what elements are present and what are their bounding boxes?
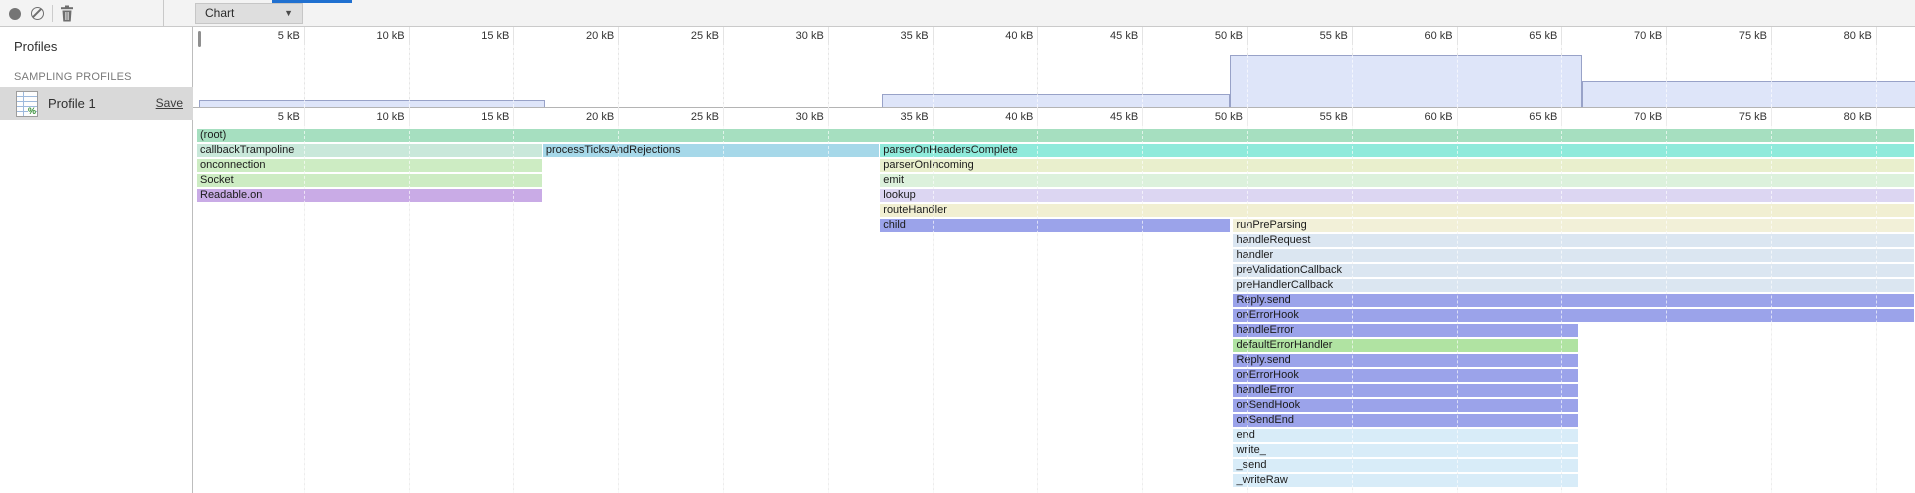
flame-tick-label: 60 kB <box>1424 111 1452 123</box>
flame-frame-child[interactable]: child <box>880 219 1230 232</box>
flame-frame-prevalidationcallback[interactable]: preValidationCallback <box>1233 264 1913 277</box>
overview-tick-label: 40 kB <box>1005 30 1033 42</box>
sampling-profiles-header: SAMPLING PROFILES <box>14 71 132 83</box>
overview-tick-label: 10 kB <box>376 30 404 42</box>
flame-frame-onerrorhook[interactable]: onErrorHook <box>1233 309 1913 322</box>
overview-tick-label: 35 kB <box>900 30 928 42</box>
profile-doc-icon: % <box>16 91 38 117</box>
flame-tick-label: 70 kB <box>1634 111 1662 123</box>
overview-gridline <box>409 27 410 107</box>
sidebar-title: Profiles <box>14 39 57 54</box>
overview-tick-label: 30 kB <box>796 30 824 42</box>
flame-frame-handleerror[interactable]: handleError <box>1233 384 1578 397</box>
flame-frame-runpreparsing[interactable]: runPreParsing <box>1233 219 1913 232</box>
toolbar-separator <box>52 5 53 22</box>
flame-tick-label: 45 kB <box>1110 111 1138 123</box>
flame-frame-socket[interactable]: Socket <box>197 174 542 187</box>
overview-area-step <box>1230 55 1582 107</box>
clear-icon[interactable] <box>31 7 44 20</box>
overview-tick-label: 75 kB <box>1739 30 1767 42</box>
view-mode-label: Chart <box>205 6 234 20</box>
memory-overview[interactable]: 5 kB 10 kB 15 kB 20 kB 25 kB 30 kB 35 kB 40 kB 4… <box>193 27 1915 107</box>
flame-tick-label: 5 kB <box>278 111 300 123</box>
overview-tick-label: 50 kB <box>1215 30 1243 42</box>
overview-tick-label: 60 kB <box>1424 30 1452 42</box>
flame-frame-handleerror[interactable]: handleError <box>1233 324 1578 337</box>
overview-tick-label: 25 kB <box>691 30 719 42</box>
flame-frame-onerrorhook[interactable]: onErrorHook <box>1233 369 1578 382</box>
flame-tick-label: 15 kB <box>481 111 509 123</box>
dropdown-caret-icon: ▼ <box>284 4 293 23</box>
flame-frame--root-[interactable]: (root) <box>197 129 1914 142</box>
sidebar: Profiles SAMPLING PROFILES % Profile 1 S… <box>0 27 193 493</box>
flame-frame-parseronincoming[interactable]: parserOnIncoming <box>880 159 1913 172</box>
flame-frame-readable-on[interactable]: Readable.on <box>197 189 542 202</box>
flame-tick-label: 55 kB <box>1320 111 1348 123</box>
profile-name: Profile 1 <box>48 87 96 120</box>
overview-left-handle[interactable] <box>198 31 201 47</box>
flame-frame--writeraw[interactable]: _writeRaw <box>1233 474 1578 487</box>
flame-frame-prehandlercallback[interactable]: preHandlerCallback <box>1233 279 1913 292</box>
record-icon[interactable] <box>9 8 21 20</box>
overview-area-step <box>1582 81 1915 107</box>
flame-frame-write-[interactable]: write_ <box>1233 444 1578 457</box>
flame-frame-routehandler[interactable]: routeHandler <box>880 204 1913 217</box>
flame-tick-label: 40 kB <box>1005 111 1033 123</box>
flame-frame-end[interactable]: end <box>1233 429 1578 442</box>
overview-area-step <box>882 94 1230 107</box>
overview-tick-label: 65 kB <box>1529 30 1557 42</box>
flame-frame-reply-send[interactable]: Reply.send <box>1233 354 1578 367</box>
overview-gridline <box>723 27 724 107</box>
flame-frame-handler[interactable]: handler <box>1233 249 1913 262</box>
overview-tick-label: 45 kB <box>1110 30 1138 42</box>
profiler-panel: Chart ▼ Profiles SAMPLING PROFILES % Pro… <box>0 0 1915 493</box>
flame-tick-label: 10 kB <box>376 111 404 123</box>
overview-tick-label: 55 kB <box>1320 30 1348 42</box>
flame-frame-lookup[interactable]: lookup <box>880 189 1913 202</box>
flame-tick-label: 35 kB <box>900 111 928 123</box>
flame-frame--send[interactable]: _send <box>1233 459 1578 472</box>
flame-tick-label: 20 kB <box>586 111 614 123</box>
trash-icon[interactable] <box>60 5 74 22</box>
flame-tick-label: 25 kB <box>691 111 719 123</box>
overview-tick-label: 5 kB <box>278 30 300 42</box>
overview-gridline <box>618 27 619 107</box>
overview-area-step <box>199 100 545 107</box>
flame-tick-label: 65 kB <box>1529 111 1557 123</box>
overview-tick-label: 80 kB <box>1844 30 1872 42</box>
flame-chart-panel: 5 kB 10 kB 15 kB 20 kB 25 kB 30 kB 35 kB 40 kB 4… <box>193 27 1915 493</box>
flame-frame-onconnection[interactable]: onconnection <box>197 159 542 172</box>
overview-gridline <box>304 27 305 107</box>
flame-frame-processticksandrejections[interactable]: processTicksAndRejections <box>543 144 879 157</box>
flame-tick-label: 80 kB <box>1844 111 1872 123</box>
flame-frame-parseronheaderscomplete[interactable]: parserOnHeadersComplete <box>880 144 1913 157</box>
overview-tick-label: 20 kB <box>586 30 614 42</box>
flame-frame-onsendend[interactable]: onSendEnd <box>1233 414 1578 427</box>
flame-tick-label: 30 kB <box>796 111 824 123</box>
flame-tick-label: 50 kB <box>1215 111 1243 123</box>
toolbar-divider <box>163 0 164 27</box>
flame-tick-label: 75 kB <box>1739 111 1767 123</box>
overview-tick-label: 70 kB <box>1634 30 1662 42</box>
overview-gridline <box>828 27 829 107</box>
profile-list-item[interactable]: % Profile 1 Save <box>0 87 193 120</box>
save-link[interactable]: Save <box>156 87 183 120</box>
view-mode-dropdown[interactable]: Chart ▼ <box>195 3 303 24</box>
flame-frame-handlerequest[interactable]: handleRequest <box>1233 234 1913 247</box>
flame-frame-reply-send[interactable]: Reply.send <box>1233 294 1913 307</box>
flame-frame-emit[interactable]: emit <box>880 174 1913 187</box>
overview-tick-label: 15 kB <box>481 30 509 42</box>
flame-gridline <box>723 107 724 493</box>
toolbar: Chart ▼ <box>0 0 1915 27</box>
overview-gridline <box>513 27 514 107</box>
flame-gridline <box>618 107 619 493</box>
flame-gridline <box>828 107 829 493</box>
flame-frame-callbacktrampoline[interactable]: callbackTrampoline <box>197 144 542 157</box>
flame-frame-defaulterrorhandler[interactable]: defaultErrorHandler <box>1233 339 1578 352</box>
flame-frame-onsendhook[interactable]: onSendHook <box>1233 399 1578 412</box>
